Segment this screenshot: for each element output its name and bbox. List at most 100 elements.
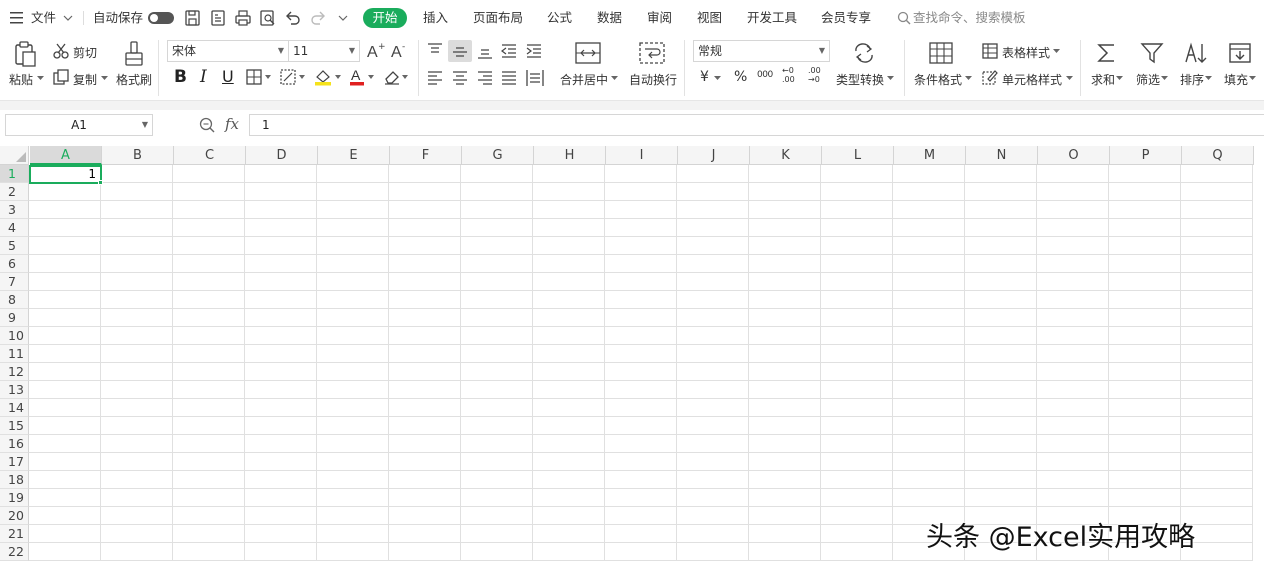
- chevron-down-icon[interactable]: ▼: [142, 115, 148, 135]
- row-header-2[interactable]: 2: [0, 183, 29, 201]
- tab-view[interactable]: 视图: [697, 0, 722, 36]
- cell-m10[interactable]: [893, 327, 965, 345]
- column-header-q[interactable]: Q: [1182, 146, 1254, 165]
- cell-b21[interactable]: [101, 525, 173, 543]
- cell-c8[interactable]: [173, 291, 245, 309]
- cell-c11[interactable]: [173, 345, 245, 363]
- cut-button[interactable]: 剪切: [73, 44, 97, 61]
- cell-i12[interactable]: [605, 363, 677, 381]
- cell-n6[interactable]: [965, 255, 1037, 273]
- font-size-select[interactable]: 11 ▼: [288, 40, 360, 62]
- cell-a12[interactable]: [29, 363, 101, 381]
- cell-i21[interactable]: [605, 525, 677, 543]
- cell-a19[interactable]: [29, 489, 101, 507]
- cell-d6[interactable]: [245, 255, 317, 273]
- cell-c10[interactable]: [173, 327, 245, 345]
- cell-j18[interactable]: [677, 471, 749, 489]
- underline-button[interactable]: U: [222, 67, 234, 86]
- wrap-text-icon[interactable]: [639, 41, 665, 65]
- cell-c12[interactable]: [173, 363, 245, 381]
- tab-review[interactable]: 审阅: [647, 0, 672, 36]
- column-header-e[interactable]: E: [318, 146, 390, 165]
- cell-k1[interactable]: [749, 165, 821, 183]
- row-header-11[interactable]: 11: [0, 345, 29, 363]
- distributed-align-icon[interactable]: [526, 69, 544, 87]
- cell-k22[interactable]: [749, 543, 821, 561]
- cell-p17[interactable]: [1109, 453, 1181, 471]
- chevron-down-icon[interactable]: [1205, 76, 1212, 81]
- cell-m15[interactable]: [893, 417, 965, 435]
- cell-m1[interactable]: [893, 165, 965, 183]
- cell-i6[interactable]: [605, 255, 677, 273]
- column-header-o[interactable]: O: [1038, 146, 1110, 165]
- cell-n4[interactable]: [965, 219, 1037, 237]
- cell-a13[interactable]: [29, 381, 101, 399]
- tab-data[interactable]: 数据: [597, 0, 622, 36]
- cell-h18[interactable]: [533, 471, 605, 489]
- chevron-down-icon[interactable]: ▼: [278, 41, 284, 61]
- italic-button[interactable]: I: [200, 67, 207, 87]
- cell-q19[interactable]: [1181, 489, 1253, 507]
- cell-h9[interactable]: [533, 309, 605, 327]
- cell-e12[interactable]: [317, 363, 389, 381]
- merge-center-icon[interactable]: [575, 41, 601, 65]
- save-icon[interactable]: [184, 9, 202, 27]
- cell-q15[interactable]: [1181, 417, 1253, 435]
- chevron-down-icon[interactable]: [37, 76, 44, 81]
- cell-i15[interactable]: [605, 417, 677, 435]
- cell-p19[interactable]: [1109, 489, 1181, 507]
- chevron-down-icon[interactable]: [63, 15, 73, 22]
- cell-k21[interactable]: [749, 525, 821, 543]
- row-header-21[interactable]: 21: [0, 525, 29, 543]
- cell-a2[interactable]: [29, 183, 101, 201]
- cell-i19[interactable]: [605, 489, 677, 507]
- cell-h15[interactable]: [533, 417, 605, 435]
- cell-l16[interactable]: [821, 435, 893, 453]
- fill-handle[interactable]: [98, 180, 103, 185]
- chevron-down-icon[interactable]: [101, 76, 108, 81]
- cell-i1[interactable]: [605, 165, 677, 183]
- cell-b1[interactable]: [101, 165, 173, 183]
- decrease-decimal-button[interactable]: .00 →0: [808, 66, 821, 84]
- cell-m2[interactable]: [893, 183, 965, 201]
- cell-c18[interactable]: [173, 471, 245, 489]
- cell-k12[interactable]: [749, 363, 821, 381]
- zoom-search-icon[interactable]: [199, 117, 215, 133]
- cell-a11[interactable]: [29, 345, 101, 363]
- cell-g1[interactable]: [461, 165, 533, 183]
- tab-home[interactable]: 开始: [363, 8, 407, 28]
- align-bottom-icon[interactable]: [477, 45, 493, 61]
- export-pdf-icon[interactable]: [209, 9, 227, 27]
- cell-i3[interactable]: [605, 201, 677, 219]
- cell-o5[interactable]: [1037, 237, 1109, 255]
- cell-d22[interactable]: [245, 543, 317, 561]
- cell-p7[interactable]: [1109, 273, 1181, 291]
- fill-icon[interactable]: [1228, 42, 1252, 64]
- column-header-f[interactable]: F: [390, 146, 462, 165]
- column-header-g[interactable]: G: [462, 146, 534, 165]
- row-header-5[interactable]: 5: [0, 237, 29, 255]
- cell-e3[interactable]: [317, 201, 389, 219]
- cell-h7[interactable]: [533, 273, 605, 291]
- cell-k18[interactable]: [749, 471, 821, 489]
- increase-font-size-icon[interactable]: A +: [367, 42, 386, 61]
- cell-d8[interactable]: [245, 291, 317, 309]
- cell-j3[interactable]: [677, 201, 749, 219]
- cell-q3[interactable]: [1181, 201, 1253, 219]
- cell-p10[interactable]: [1109, 327, 1181, 345]
- column-header-l[interactable]: L: [822, 146, 894, 165]
- cell-b16[interactable]: [101, 435, 173, 453]
- file-menu[interactable]: 文件: [31, 0, 56, 36]
- cell-j15[interactable]: [677, 417, 749, 435]
- cell-j11[interactable]: [677, 345, 749, 363]
- font-color-icon[interactable]: A: [349, 67, 377, 86]
- chevron-down-icon[interactable]: [611, 76, 618, 81]
- cell-f14[interactable]: [389, 399, 461, 417]
- cell-g17[interactable]: [461, 453, 533, 471]
- cell-p6[interactable]: [1109, 255, 1181, 273]
- cell-m7[interactable]: [893, 273, 965, 291]
- column-header-h[interactable]: H: [534, 146, 606, 165]
- decrease-indent-icon[interactable]: [501, 43, 517, 59]
- cell-c14[interactable]: [173, 399, 245, 417]
- cell-l8[interactable]: [821, 291, 893, 309]
